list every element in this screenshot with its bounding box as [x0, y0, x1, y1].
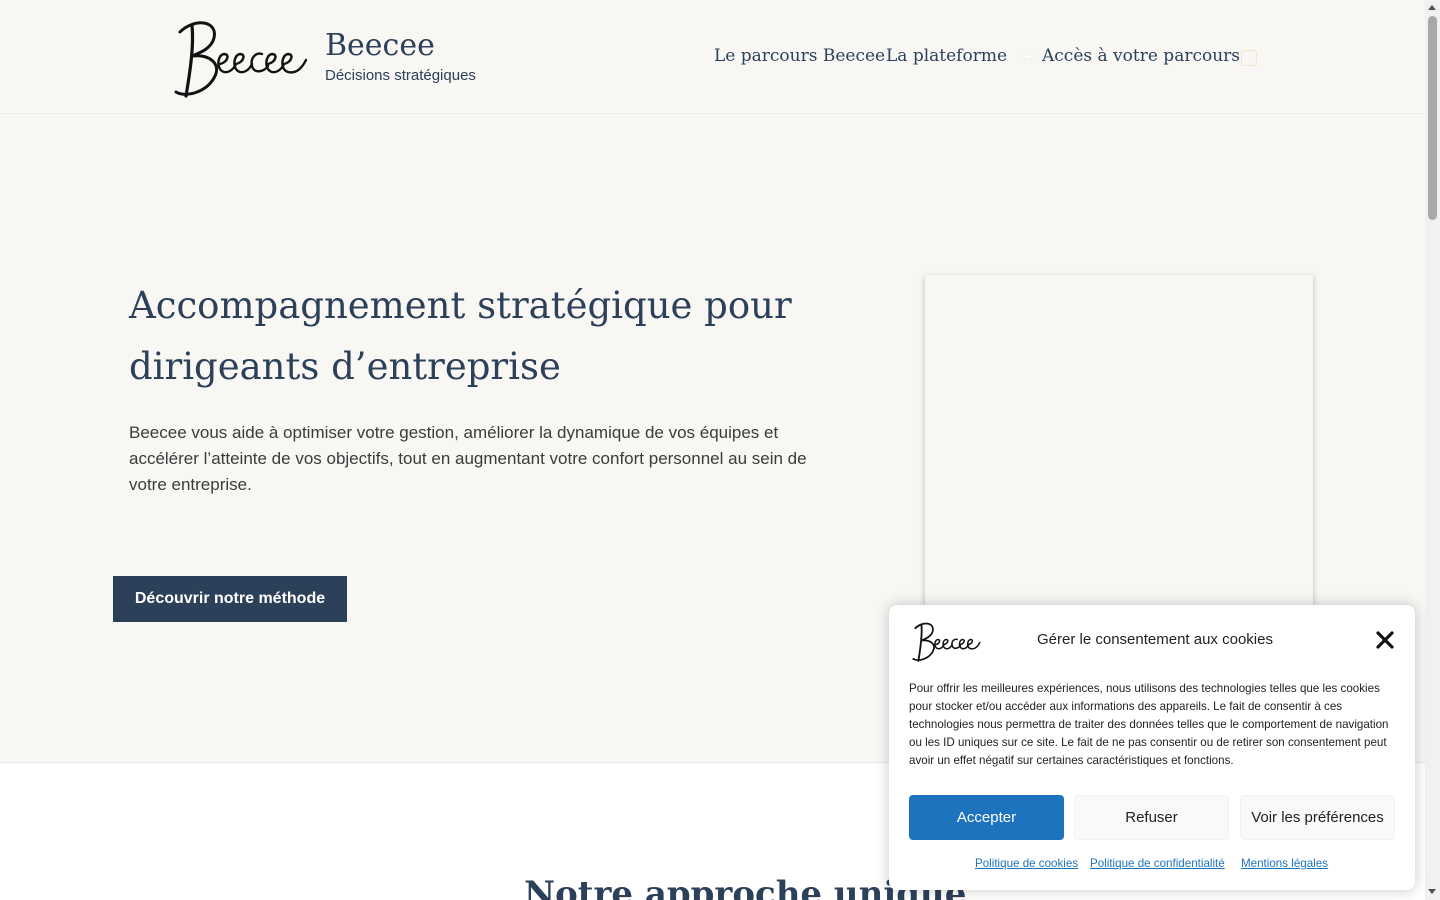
cookie-banner-title: Gérer le consentement aux cookies [1037, 631, 1273, 648]
beecee-signature-logo-small [912, 622, 981, 662]
hero-title-line1: Accompagnement stratégique pour [129, 284, 792, 327]
outline-square-icon[interactable] [1241, 50, 1257, 66]
discover-method-button[interactable]: Découvrir notre méthode [113, 576, 347, 622]
accept-cookies-button[interactable]: Accepter [909, 795, 1064, 840]
vertical-scrollbar[interactable] [1425, 0, 1440, 900]
scroll-down-arrow-icon[interactable] [1428, 889, 1436, 894]
scroll-up-arrow-icon[interactable] [1428, 5, 1436, 10]
nav-item-parcours[interactable]: Le parcours Beecee [714, 46, 885, 66]
cookie-consent-banner: Gérer le consentement aux cookies Pour o… [889, 605, 1415, 890]
close-icon[interactable] [1373, 628, 1397, 652]
refuse-cookies-button[interactable]: Refuser [1074, 795, 1229, 840]
site-tagline: Décisions stratégiques [325, 67, 476, 84]
scrollbar-thumb[interactable] [1428, 16, 1437, 220]
hero-title: Accompagnement stratégique pour dirigean… [129, 275, 829, 397]
cookie-banner-text: Pour offrir les meilleures expériences, … [909, 682, 1389, 767]
cookie-policy-link[interactable]: Politique de cookies [975, 857, 1078, 870]
site-title[interactable]: Beecee [325, 28, 435, 63]
nav-item-acces-parcours[interactable]: Accès à votre parcours [1042, 46, 1240, 66]
beecee-signature-logo[interactable] [170, 14, 310, 100]
hero-description: Beecee vous aide à optimiser votre gesti… [129, 423, 807, 494]
sparkle-icon: ✳ [1021, 47, 1037, 68]
page: Beecee Décisions stratégiques Le parcour… [0, 0, 1440, 900]
view-preferences-button[interactable]: Voir les préférences [1240, 795, 1395, 840]
nav-item-plateforme[interactable]: La plateforme [886, 46, 1007, 66]
site-header: Beecee Décisions stratégiques Le parcour… [0, 0, 1425, 114]
privacy-policy-link[interactable]: Politique de confidentialité [1090, 857, 1225, 870]
hero-title-line2: dirigeants d’entreprise [129, 345, 561, 388]
legal-notice-link[interactable]: Mentions légales [1241, 857, 1328, 870]
